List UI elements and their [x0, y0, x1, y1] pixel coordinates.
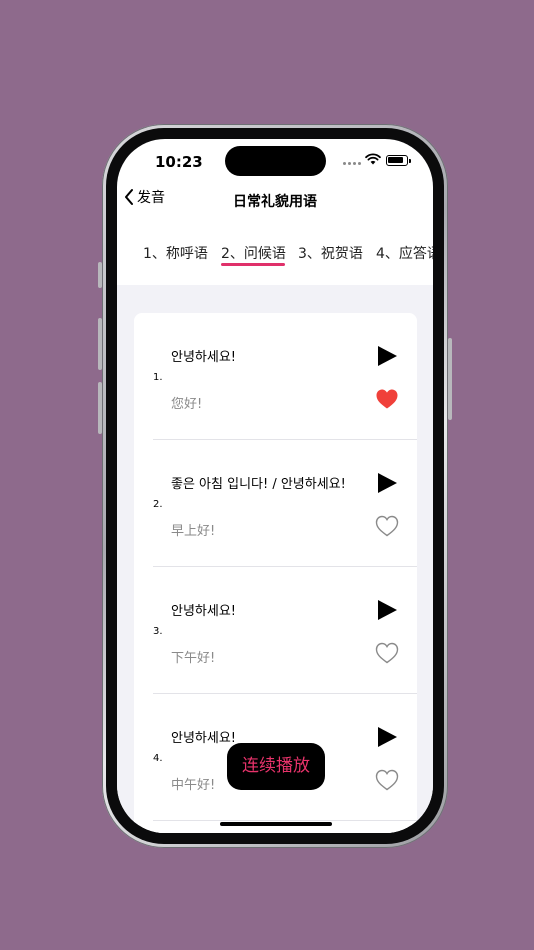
- page-title: 日常礼貌用语: [233, 194, 317, 210]
- continuous-play-button[interactable]: 连续播放: [227, 743, 325, 790]
- play-icon[interactable]: [376, 726, 398, 748]
- tab-congratulations[interactable]: 3、祝贺语: [298, 243, 363, 263]
- status-time: 10:23: [155, 153, 203, 171]
- heart-outline-icon[interactable]: [375, 642, 399, 664]
- phrase-chinese-text: 下午好!: [171, 651, 216, 666]
- heart-outline-icon[interactable]: [375, 515, 399, 537]
- dynamic-island: [225, 146, 326, 176]
- action-button: [98, 262, 102, 288]
- phrase-number: 4.: [153, 753, 163, 764]
- tab-greetings[interactable]: 2、问候语: [221, 243, 286, 263]
- phrase-row[interactable]: 3. 안녕하세요! 下午好!: [134, 567, 417, 694]
- phrase-number: 3.: [153, 626, 163, 637]
- category-tabs: 1、称呼语 2、问候语 3、祝贺语 4、应答语: [117, 231, 433, 281]
- cellular-signal-icon: [343, 162, 361, 165]
- volume-up-button: [98, 318, 102, 370]
- phrase-number: 2.: [153, 499, 163, 510]
- volume-down-button: [98, 382, 102, 434]
- navigation-bar: 发音 日常礼貌用语: [117, 183, 433, 217]
- status-bar: 10:23: [117, 139, 433, 183]
- tab-address-terms[interactable]: 1、称呼语: [143, 243, 208, 263]
- phrase-chinese-text: 早上好!: [171, 524, 216, 539]
- phrase-korean-text: 안녕하세요!: [171, 731, 237, 746]
- phrase-korean-text: 좋은 아침 입니다! / 안녕하세요!: [171, 477, 346, 492]
- phrase-chinese-text: 中午好!: [171, 778, 216, 793]
- app-screen: 10:23 发音 日常礼貌用语 1、称呼语 2、问候语 3、祝贺语 4、应答语 …: [117, 139, 433, 833]
- phrase-row[interactable]: 2. 좋은 아침 입니다! / 안녕하세요! 早上好!: [134, 440, 417, 567]
- play-icon[interactable]: [376, 345, 398, 367]
- phrase-korean-text: 안녕하세요!: [171, 604, 237, 619]
- phrase-korean-text: 안녕하세요!: [171, 350, 237, 365]
- selected-tab-indicator: [221, 263, 285, 266]
- battery-icon: [386, 155, 411, 166]
- play-icon[interactable]: [376, 472, 398, 494]
- row-divider: [153, 820, 417, 821]
- heart-outline-icon[interactable]: [375, 769, 399, 791]
- tab-responses[interactable]: 4、应答语: [376, 243, 433, 263]
- home-indicator: [220, 822, 332, 826]
- wifi-icon: [365, 153, 381, 165]
- heart-filled-icon[interactable]: [375, 388, 399, 410]
- play-icon[interactable]: [376, 599, 398, 621]
- phrase-row[interactable]: 1. 안녕하세요! 您好!: [134, 313, 417, 440]
- phrase-chinese-text: 您好!: [171, 397, 203, 412]
- power-button: [448, 338, 452, 420]
- phrase-number: 1.: [153, 372, 163, 383]
